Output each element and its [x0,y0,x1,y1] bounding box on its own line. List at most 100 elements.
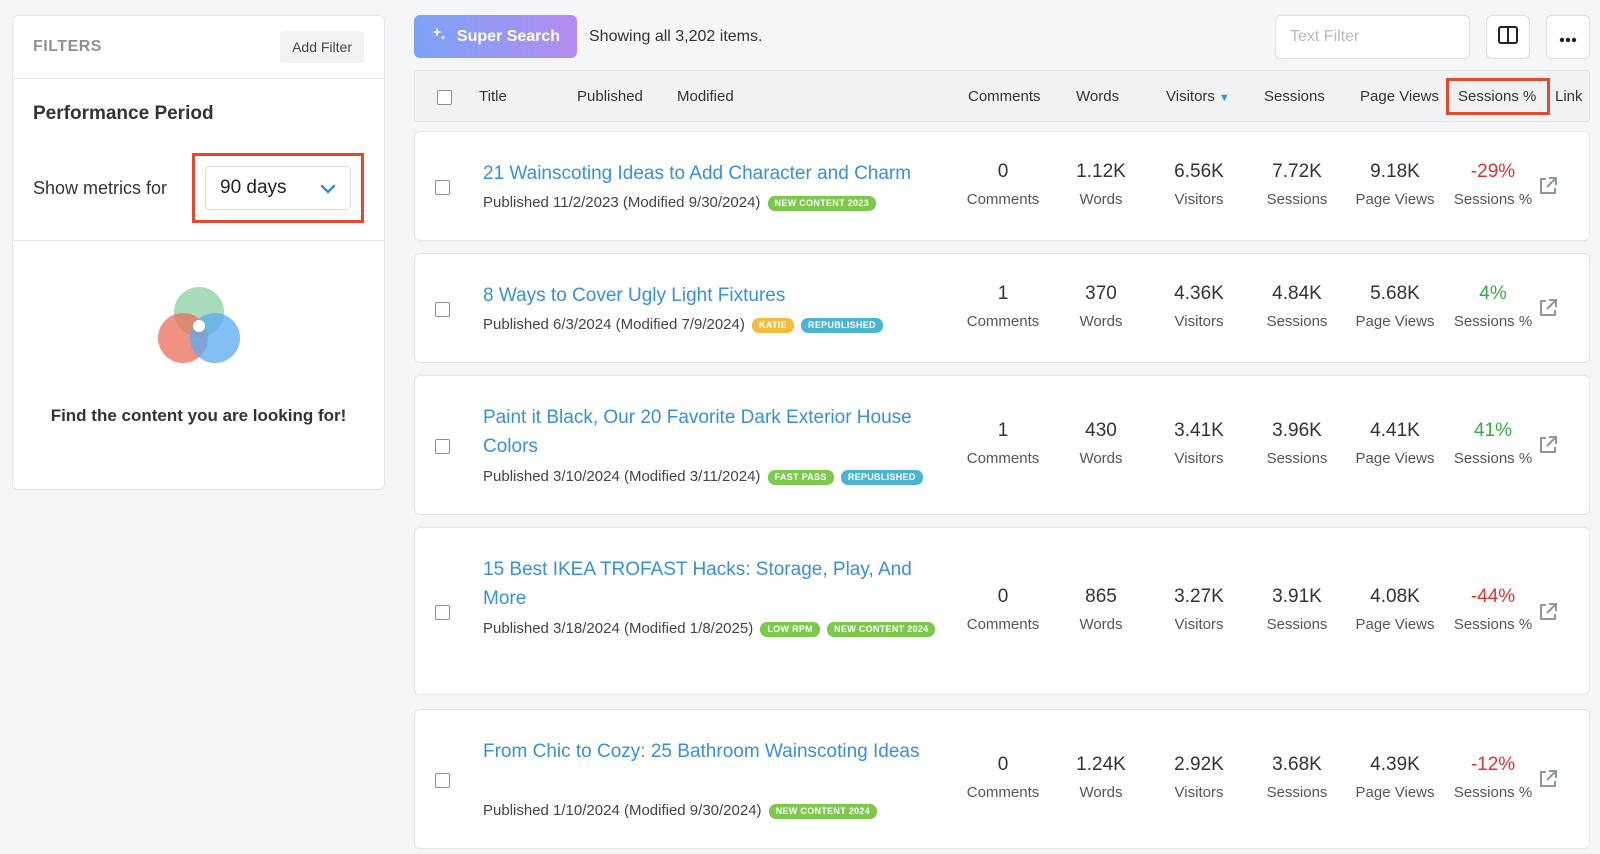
row-meta: Published 3/10/2024 (Modified 3/11/2024)… [483,462,943,492]
row-dates: Published 6/3/2024 (Modified 7/9/2024) [483,316,745,333]
page-views-unit: Page Views [1355,616,1435,633]
text-filter-input[interactable] [1275,15,1470,59]
row-dates: Published 1/10/2024 (Modified 9/30/2024) [483,802,762,819]
external-link-icon[interactable] [1537,601,1559,623]
words-value: 430 [1085,420,1117,441]
sessions-unit: Sessions [1266,784,1328,801]
words-unit: Words [1079,616,1123,633]
comments-value: 0 [997,754,1009,775]
performance-period-section: Performance Period Show metrics for 90 d… [13,79,384,241]
row-dates: Published 3/18/2024 (Modified 1/8/2025) [483,620,754,637]
col-page-views[interactable]: Page Views [1360,88,1439,105]
col-comments[interactable]: Comments [968,88,1041,105]
row-checkbox[interactable] [435,773,450,788]
row-dates: Published 3/10/2024 (Modified 3/11/2024) [483,468,761,485]
status-badge: NEW CONTENT 2023 [767,195,876,211]
comments-cell: 0 Comments [953,161,1053,209]
page-views-unit: Page Views [1355,313,1435,330]
status-badge: NEW CONTENT 2024 [768,803,878,819]
columns-toggle-button[interactable] [1486,15,1530,59]
external-link-icon[interactable] [1537,175,1559,197]
page-views-value: 9.18K [1370,161,1420,182]
table-row: 15 Best IKEA TROFAST Hacks: Storage, Pla… [414,527,1590,695]
sessions-pct-unit: Sessions % [1453,616,1533,633]
col-sessions[interactable]: Sessions [1264,88,1325,105]
col-words[interactable]: Words [1076,88,1119,105]
visitors-cell: 3.27K Visitors [1149,586,1249,634]
sessions-value: 3.68K [1272,754,1322,775]
select-all-checkbox[interactable] [437,90,452,105]
col-published[interactable]: Published [577,88,643,105]
sessions-cell: 3.96K Sessions [1247,420,1347,468]
sessions-pct-cell: -44% Sessions % [1443,586,1543,634]
status-badge: KATIE [752,317,794,333]
sort-down-icon: ▼ [1218,92,1230,104]
row-title-link[interactable]: 15 Best IKEA TROFAST Hacks: Storage, Pla… [483,555,943,613]
sessions-value: 3.91K [1272,586,1322,607]
col-visitors[interactable]: Visitors ▼ [1166,88,1230,105]
visitors-unit: Visitors [1174,616,1224,633]
row-checkbox[interactable] [435,605,450,620]
sessions-pct-value: -12% [1470,754,1516,775]
row-meta: Published 6/3/2024 (Modified 7/9/2024) K… [483,310,943,340]
row-checkbox[interactable] [435,180,450,195]
super-search-button[interactable]: Super Search [414,15,577,58]
sessions-value: 4.84K [1272,283,1322,304]
page-views-value: 4.39K [1370,754,1420,775]
col-title[interactable]: Title [479,88,507,105]
words-unit: Words [1079,313,1123,330]
row-title-link[interactable]: 21 Wainscoting Ideas to Add Character an… [483,159,943,188]
words-cell: 865 Words [1051,586,1151,634]
row-title-link[interactable]: From Chic to Cozy: 25 Bathroom Wainscoti… [483,737,943,766]
words-value: 1.24K [1076,754,1126,775]
external-link-icon[interactable] [1537,768,1559,790]
sessions-unit: Sessions [1266,313,1328,330]
period-select[interactable]: 90 days [205,166,351,210]
external-link-icon[interactable] [1537,297,1559,319]
super-search-label: Super Search [456,27,561,45]
show-metrics-label: Show metrics for [33,177,168,198]
page-views-unit: Page Views [1355,450,1435,467]
more-options-button[interactable] [1546,15,1590,59]
add-filter-button[interactable]: Add Filter [280,31,364,63]
visitors-value: 3.27K [1174,586,1224,607]
item-count: Showing all 3,202 items. [589,28,763,45]
row-title-link[interactable]: 8 Ways to Cover Ugly Light Fixtures [483,281,943,310]
row-meta: Published 1/10/2024 (Modified 9/30/2024)… [483,796,943,826]
visitors-cell: 4.36K Visitors [1149,283,1249,331]
comments-value: 1 [997,283,1009,304]
words-value: 865 [1085,586,1117,607]
page-views-value: 4.08K [1370,586,1420,607]
comments-unit: Comments [966,784,1040,801]
page-views-value: 5.68K [1370,283,1420,304]
comments-cell: 1 Comments [953,420,1053,468]
sessions-pct-value: -29% [1470,161,1516,182]
sessions-unit: Sessions [1266,450,1328,467]
period-select-value: 90 days [220,177,287,198]
comments-unit: Comments [966,450,1040,467]
visitors-cell: 2.92K Visitors [1149,754,1249,802]
page-views-unit: Page Views [1355,191,1435,208]
more-icon [1559,32,1577,43]
page-views-unit: Page Views [1355,784,1435,801]
visitors-unit: Visitors [1174,450,1224,467]
sessions-pct-highlight [1446,78,1550,115]
sessions-pct-value: 41% [1473,420,1513,441]
comments-value: 0 [997,161,1009,182]
sessions-pct-cell: -29% Sessions % [1443,161,1543,209]
words-unit: Words [1079,450,1123,467]
performance-period-heading: Performance Period [33,103,214,124]
empty-state-message: Find the content you are looking for! [50,406,347,425]
visitors-cell: 3.41K Visitors [1149,420,1249,468]
row-title-link[interactable]: Paint it Black, Our 20 Favorite Dark Ext… [483,403,943,461]
filters-sidebar: FILTERS Add Filter Performance Period Sh… [12,15,385,490]
row-checkbox[interactable] [435,439,450,454]
sessions-pct-cell: 4% Sessions % [1443,283,1543,331]
comments-cell: 1 Comments [953,283,1053,331]
words-cell: 370 Words [1051,283,1151,331]
col-modified[interactable]: Modified [677,88,734,105]
row-checkbox[interactable] [435,302,450,317]
table-header: Title Published Modified Comments Words … [414,70,1590,122]
words-cell: 1.12K Words [1051,161,1151,209]
external-link-icon[interactable] [1537,434,1559,456]
